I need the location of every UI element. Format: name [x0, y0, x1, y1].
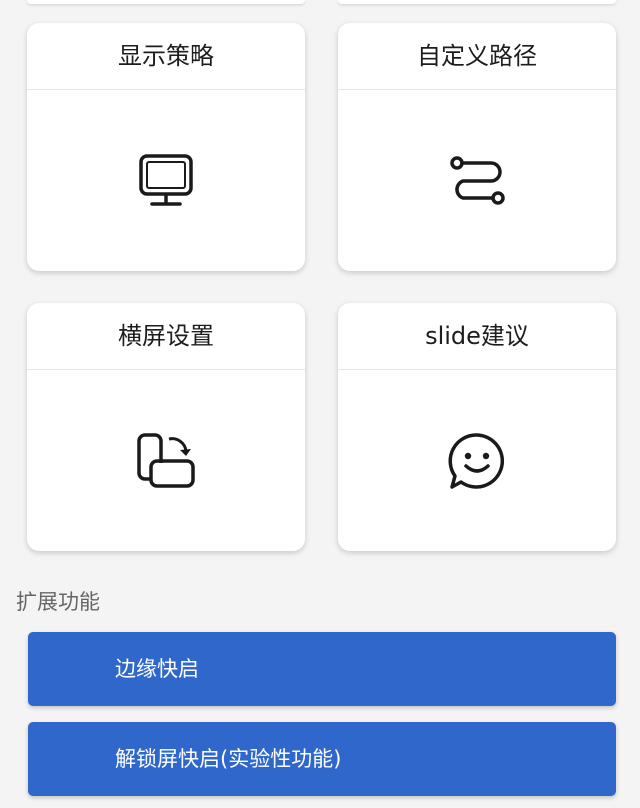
- card-icon-area: [27, 90, 305, 271]
- card-landscape-settings[interactable]: 横屏设置: [27, 303, 305, 551]
- card-icon-area: [27, 370, 305, 551]
- card-icon-area: [338, 90, 616, 271]
- rotate-screen-icon: [137, 432, 195, 488]
- card-custom-path[interactable]: 自定义路径: [338, 23, 616, 271]
- card-title: slide建议: [338, 303, 616, 370]
- edge-quick-launch-button[interactable]: 边缘快启: [28, 632, 616, 706]
- smiley-chat-icon: [448, 432, 504, 489]
- card-display-strategy[interactable]: 显示策略: [27, 23, 305, 271]
- card-icon-area: [338, 370, 616, 551]
- route-path-icon: [450, 155, 505, 205]
- section-title: 扩展功能: [16, 590, 100, 614]
- card-title: 显示策略: [27, 23, 305, 90]
- monitor-icon: [139, 153, 193, 206]
- top-card-edges: [0, 0, 640, 8]
- unlock-quick-launch-button[interactable]: 解锁屏快启(实验性功能): [28, 722, 616, 796]
- card-title: 横屏设置: [27, 303, 305, 370]
- card-title: 自定义路径: [338, 23, 616, 90]
- card-slide-suggestion[interactable]: slide建议: [338, 303, 616, 551]
